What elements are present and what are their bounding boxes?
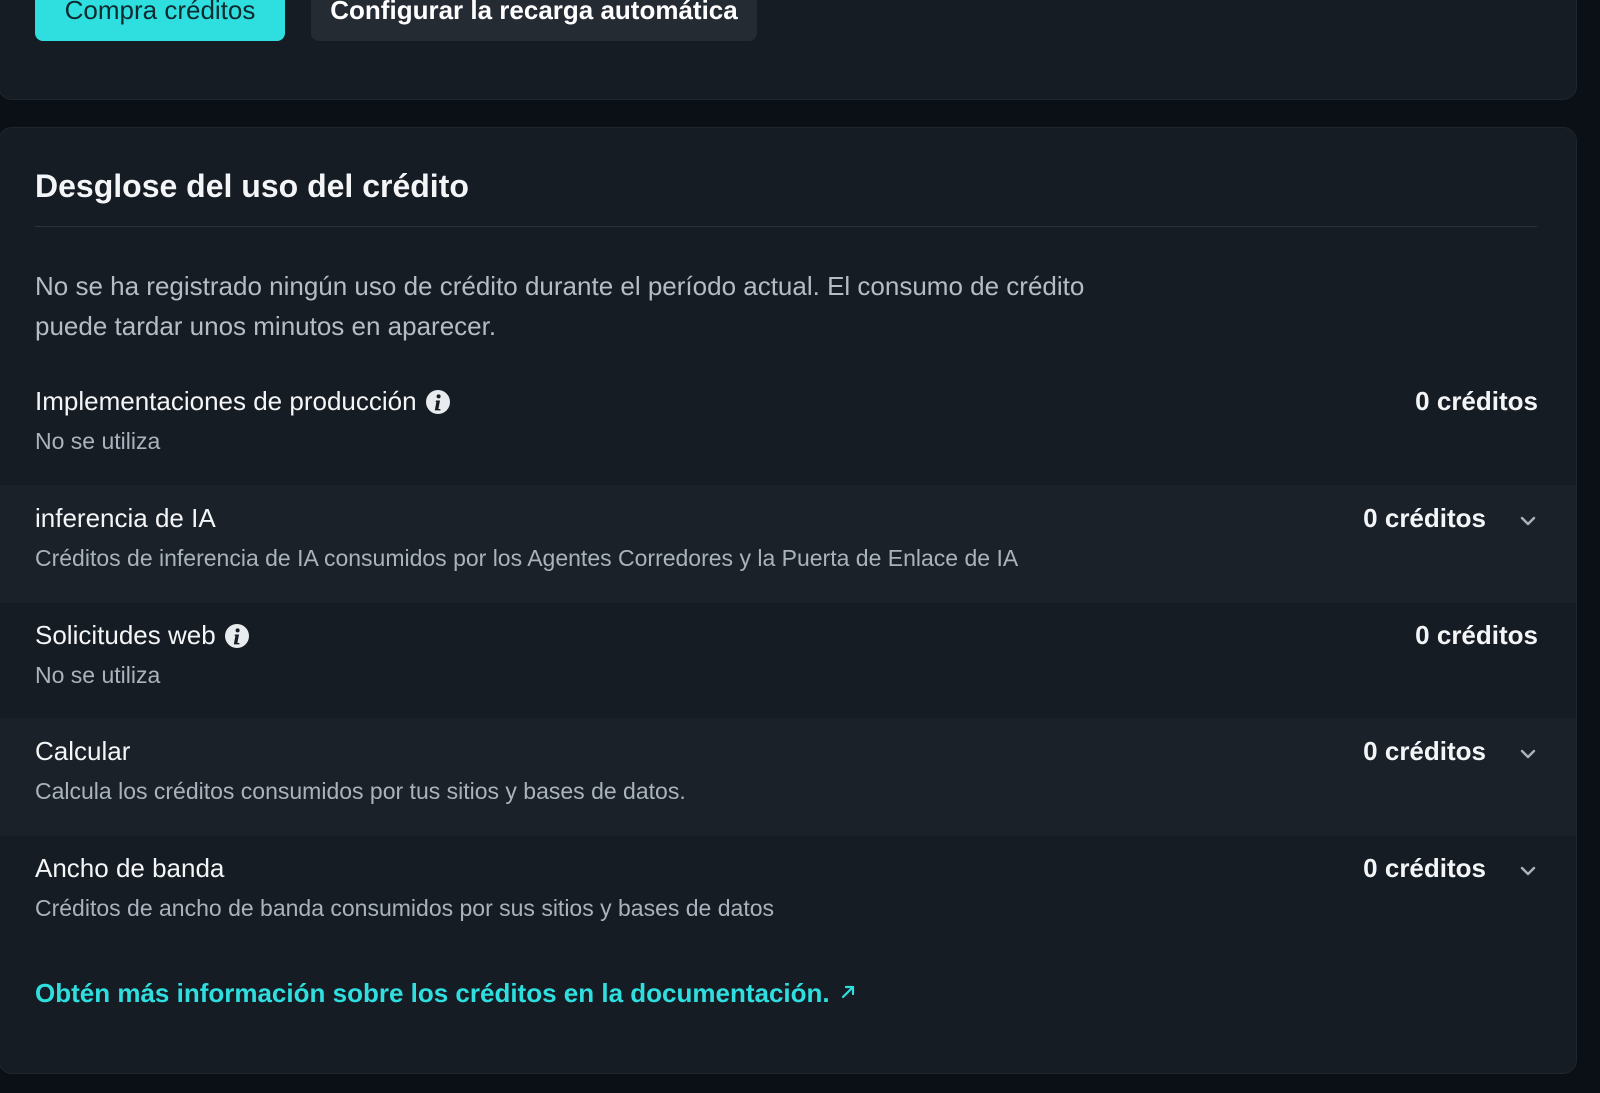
usage-row-compute[interactable]: Calcular Calcula los créditos consumidos… — [0, 718, 1576, 836]
usage-row-subtitle: Créditos de ancho de banda consumidos po… — [35, 895, 774, 921]
docs-link[interactable]: Obtén más información sobre los créditos… — [35, 978, 858, 1009]
usage-row-subtitle: Créditos de inferencia de IA consumidos … — [35, 545, 1019, 571]
credit-usage-breakdown-card: Desglose del uso del crédito No se ha re… — [0, 127, 1577, 1074]
usage-row-value: 0 créditos — [1415, 620, 1538, 650]
info-icon[interactable] — [224, 623, 250, 649]
chevron-down-icon[interactable] — [1518, 511, 1538, 531]
usage-row-title: Implementaciones de producción — [35, 386, 417, 416]
auto-recharge-button[interactable]: Configurar la recarga automática — [311, 0, 757, 41]
credits-page: Compra créditos Configurar la recarga au… — [0, 0, 1600, 1093]
chevron-down-icon[interactable] — [1518, 744, 1538, 764]
info-icon[interactable] — [425, 389, 451, 415]
page-title: Desglose del uso del crédito — [35, 168, 469, 204]
buy-credits-button[interactable]: Compra créditos — [35, 0, 285, 41]
usage-row-value: 0 créditos — [1415, 386, 1538, 416]
usage-row-production-deployments: Implementaciones de producción No se uti… — [0, 368, 1576, 486]
usage-row-subtitle: No se utiliza — [35, 428, 161, 454]
external-arrow-icon — [838, 978, 858, 1009]
usage-row-value: 0 créditos — [1363, 736, 1486, 766]
usage-row-title: Solicitudes web — [35, 620, 216, 650]
credits-actions-card: Compra créditos Configurar la recarga au… — [0, 0, 1577, 100]
usage-notice: No se ha registrado ningún uso de crédit… — [35, 271, 1085, 341]
usage-row-value: 0 créditos — [1363, 853, 1486, 883]
usage-row-title: Calcular — [35, 736, 131, 766]
usage-row-title: Ancho de banda — [35, 853, 225, 883]
usage-row-ai-inference[interactable]: inferencia de IA Créditos de inferencia … — [0, 485, 1576, 603]
usage-row-value: 0 créditos — [1363, 503, 1486, 533]
usage-row-bandwidth[interactable]: Ancho de banda Créditos de ancho de band… — [0, 835, 1576, 953]
usage-row-title: inferencia de IA — [35, 503, 216, 533]
usage-row-subtitle: No se utiliza — [35, 662, 161, 688]
divider — [35, 226, 1537, 227]
docs-link-label: Obtén más información sobre los créditos… — [35, 978, 830, 1008]
usage-row-subtitle: Calcula los créditos consumidos por tus … — [35, 778, 686, 804]
chevron-down-icon[interactable] — [1518, 861, 1538, 881]
usage-row-web-requests: Solicitudes web No se utiliza 0 créditos — [0, 602, 1576, 720]
